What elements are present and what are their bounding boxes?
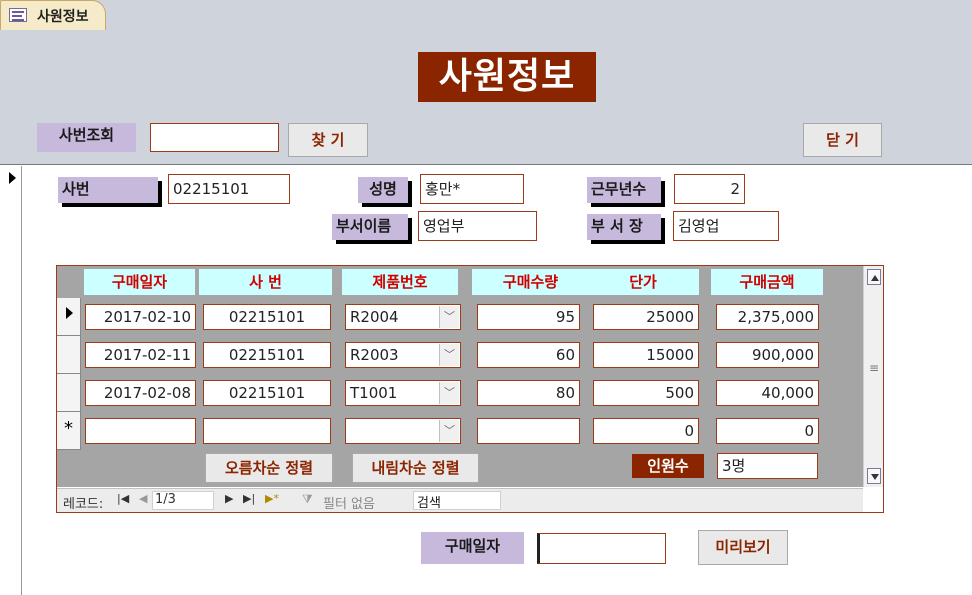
row-selector[interactable] <box>57 298 81 336</box>
employee-id-field[interactable]: 02215101 <box>168 174 290 204</box>
lookup-input[interactable] <box>150 123 279 152</box>
tab-employee-info[interactable]: 사원정보 <box>0 0 106 30</box>
vertical-scrollbar[interactable]: ≡ <box>863 266 883 487</box>
name-label: 성명 <box>358 177 408 203</box>
cell-empid[interactable]: 02215101 <box>203 304 331 330</box>
cell-empid[interactable]: 02215101 <box>203 342 331 368</box>
row-selector[interactable] <box>57 336 81 374</box>
cell-product-text: T1001 <box>350 384 398 402</box>
col-header-date: 구매일자 <box>84 269 195 295</box>
cell-price[interactable]: 25000 <box>593 304 699 330</box>
cell-product-text: R2003 <box>350 346 399 364</box>
col-header-qty: 구매수량 <box>472 269 589 295</box>
col-header-empid: 사 번 <box>199 269 332 295</box>
cell-product[interactable]: R2004 ﹀ <box>345 304 461 330</box>
page-title: 사원정보 <box>418 52 596 102</box>
col-header-price: 단가 <box>587 269 699 295</box>
cell-qty-new[interactable] <box>477 418 580 444</box>
prev-record-icon[interactable]: ◀ <box>139 492 147 505</box>
chevron-down-icon[interactable]: ﹀ <box>439 306 459 328</box>
cell-amount-new[interactable]: 0 <box>716 418 819 444</box>
cell-qty[interactable]: 60 <box>477 342 580 368</box>
cell-product-new[interactable]: ﹀ <box>345 418 461 444</box>
chevron-down-icon[interactable]: ﹀ <box>439 344 459 366</box>
manager-label: 부 서 장 <box>587 214 661 240</box>
cell-date[interactable]: 2017-02-08 <box>85 380 196 406</box>
cell-date-new[interactable] <box>85 418 196 444</box>
preview-button[interactable]: 미리보기 <box>698 530 788 565</box>
first-record-icon[interactable]: |◀ <box>117 492 129 505</box>
close-button[interactable]: 닫 기 <box>803 123 882 157</box>
form-icon <box>9 8 27 22</box>
last-record-icon[interactable]: ▶| <box>243 492 255 505</box>
lookup-label: 사번조회 <box>37 123 136 152</box>
years-label: 근무년수 <box>587 177 661 203</box>
cell-qty[interactable]: 95 <box>477 304 580 330</box>
new-row-selector[interactable]: * <box>57 412 81 450</box>
count-field[interactable]: 3명 <box>717 453 818 479</box>
years-field[interactable]: 2 <box>674 174 745 204</box>
cell-amount[interactable]: 40,000 <box>716 380 819 406</box>
cell-empid-new[interactable] <box>203 418 331 444</box>
col-header-amount: 구매금액 <box>711 269 823 295</box>
purchase-subform: 구매일자 사 번 제품번호 구매수량 단가 구매금액 2017-02-10 02… <box>56 265 884 513</box>
cell-product[interactable]: T1001 ﹀ <box>345 380 461 406</box>
tab-label: 사원정보 <box>37 9 89 25</box>
current-record-icon <box>9 172 16 184</box>
filter-icon: ⧩ <box>302 492 313 506</box>
scroll-up-icon[interactable] <box>867 269 881 285</box>
current-row-icon <box>66 307 73 319</box>
scroll-thumb-grip-icon[interactable]: ≡ <box>868 362 880 374</box>
cell-empid[interactable]: 02215101 <box>203 380 331 406</box>
cell-price-new[interactable]: 0 <box>593 418 699 444</box>
record-number-input[interactable]: 1/3 <box>152 491 214 510</box>
purchase-date-label: 구매일자 <box>421 532 524 564</box>
next-record-icon[interactable]: ▶ <box>225 492 233 505</box>
manager-field[interactable]: 김영업 <box>673 211 779 241</box>
record-selector[interactable] <box>0 166 22 595</box>
purchase-date-input[interactable] <box>537 533 666 564</box>
count-label: 인원수 <box>632 454 704 478</box>
employee-id-label: 사번 <box>58 177 158 203</box>
cell-product[interactable]: R2003 ﹀ <box>345 342 461 368</box>
cell-amount[interactable]: 900,000 <box>716 342 819 368</box>
cell-date[interactable]: 2017-02-11 <box>85 342 196 368</box>
name-field[interactable]: 홍만* <box>420 174 524 204</box>
scroll-down-icon[interactable] <box>867 468 881 484</box>
new-record-icon[interactable]: ▶* <box>265 492 279 505</box>
sort-desc-button[interactable]: 내림차순 정렬 <box>352 453 479 483</box>
chevron-down-icon[interactable]: ﹀ <box>439 382 459 404</box>
chevron-down-icon[interactable]: ﹀ <box>439 420 459 442</box>
filter-label[interactable]: 필터 없음 <box>323 493 375 512</box>
cell-price[interactable]: 500 <box>593 380 699 406</box>
tab-bar <box>0 0 972 30</box>
search-input[interactable]: 검색 <box>413 491 501 511</box>
dept-field[interactable]: 영업부 <box>418 211 537 241</box>
record-navigation: 레코드: |◀ ◀ 1/3 ▶ ▶| ▶* ⧩ 필터 없음 검색 <box>57 488 863 512</box>
cell-date[interactable]: 2017-02-10 <box>85 304 196 330</box>
record-label: 레코드: <box>63 497 104 512</box>
cell-price[interactable]: 15000 <box>593 342 699 368</box>
cell-qty[interactable]: 80 <box>477 380 580 406</box>
cell-amount[interactable]: 2,375,000 <box>716 304 819 330</box>
sort-asc-button[interactable]: 오름차순 정렬 <box>205 453 333 483</box>
dept-label: 부서이름 <box>332 214 408 240</box>
row-selector[interactable] <box>57 374 81 412</box>
find-button[interactable]: 찾 기 <box>288 123 368 157</box>
col-header-product: 제품번호 <box>342 269 458 295</box>
purchase-grid: 구매일자 사 번 제품번호 구매수량 단가 구매금액 2017-02-10 02… <box>57 266 863 487</box>
cell-product-text: R2004 <box>350 308 399 326</box>
